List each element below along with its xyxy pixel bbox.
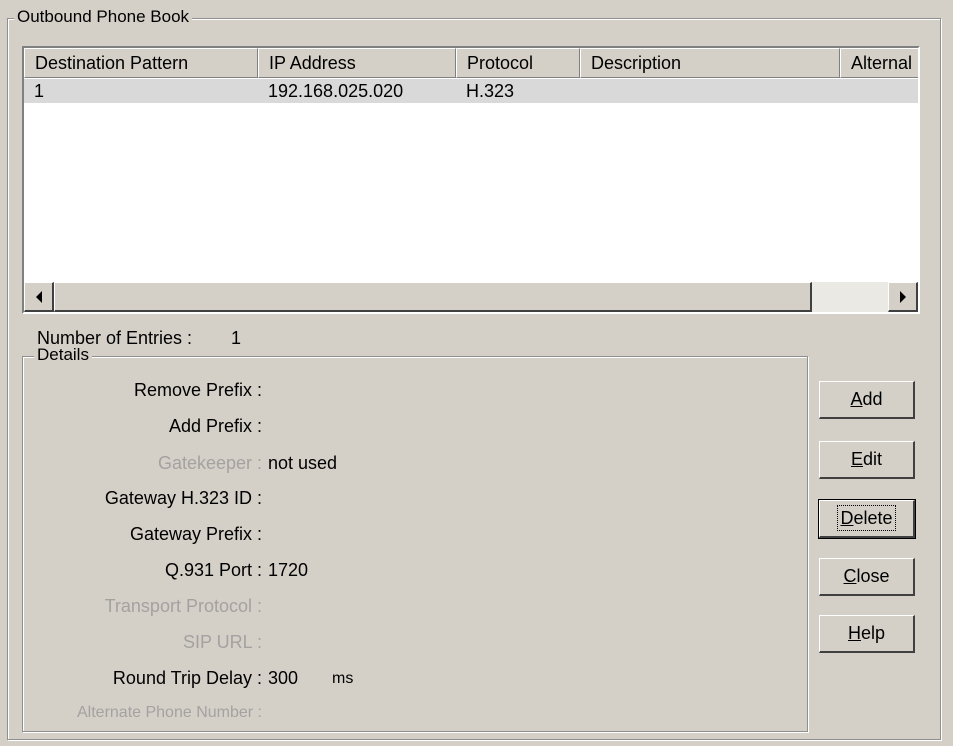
edit-button-mnemonic: E: [850, 449, 863, 469]
help-button-label: elp: [860, 623, 886, 643]
close-button-mnemonic: C: [843, 566, 857, 586]
row-add-prefix: Add Prefix :: [0, 416, 800, 440]
scroll-right-button[interactable]: [888, 282, 918, 312]
delete-button-label: elete: [853, 508, 893, 528]
row-remove-prefix: Remove Prefix :: [0, 380, 800, 404]
add-button[interactable]: Add: [819, 381, 915, 419]
row-round-trip-delay: Round Trip Delay : 300 ms: [0, 668, 800, 692]
q931-port-value: 1720: [268, 560, 309, 580]
round-trip-delay-value: 300: [268, 668, 299, 688]
sip-url-label: SIP URL :: [182, 632, 262, 652]
delete-button-focus: Delete: [837, 505, 896, 531]
gateway-id-label: Gateway H.323 ID :: [104, 488, 262, 508]
q931-port-label: Q.931 Port :: [164, 560, 262, 580]
add-prefix-label: Add Prefix :: [168, 416, 262, 436]
add-button-label: dd: [862, 389, 883, 409]
gatekeeper-value: not used: [268, 453, 338, 473]
help-button-mnemonic: H: [847, 623, 861, 643]
add-button-mnemonic: A: [850, 389, 863, 409]
row-transport-protocol: Transport Protocol :: [0, 596, 800, 620]
edit-button[interactable]: Edit: [819, 441, 915, 479]
delete-button[interactable]: Delete: [818, 499, 916, 539]
row-sip-url: SIP URL :: [0, 632, 800, 656]
row-gatekeeper: Gatekeeper : not used: [0, 453, 800, 477]
close-button-label: lose: [856, 566, 890, 586]
round-trip-delay-unit: ms: [332, 670, 354, 687]
column-alternate[interactable]: Alternal: [840, 48, 918, 78]
row-q931-port: Q.931 Port : 1720: [0, 560, 800, 584]
gatekeeper-label: Gatekeeper :: [157, 453, 262, 473]
help-button[interactable]: Help: [819, 615, 915, 653]
remove-prefix-label: Remove Prefix :: [133, 380, 262, 400]
gateway-prefix-label: Gateway Prefix :: [129, 524, 262, 544]
details-panel: Remove Prefix : Add Prefix : Gatekeeper …: [0, 0, 800, 746]
row-gateway-prefix: Gateway Prefix :: [0, 524, 800, 548]
transport-protocol-label: Transport Protocol :: [104, 596, 262, 616]
edit-button-label: dit: [863, 449, 883, 469]
row-gateway-id: Gateway H.323 ID :: [0, 488, 800, 512]
delete-button-mnemonic: D: [840, 508, 854, 528]
row-alternate-phone: Alternate Phone Number :: [0, 704, 800, 728]
round-trip-delay-label: Round Trip Delay :: [112, 668, 262, 688]
right-arrow-icon: [899, 290, 906, 303]
alternate-phone-label: Alternate Phone Number :: [77, 704, 262, 721]
close-button[interactable]: Close: [819, 558, 915, 596]
